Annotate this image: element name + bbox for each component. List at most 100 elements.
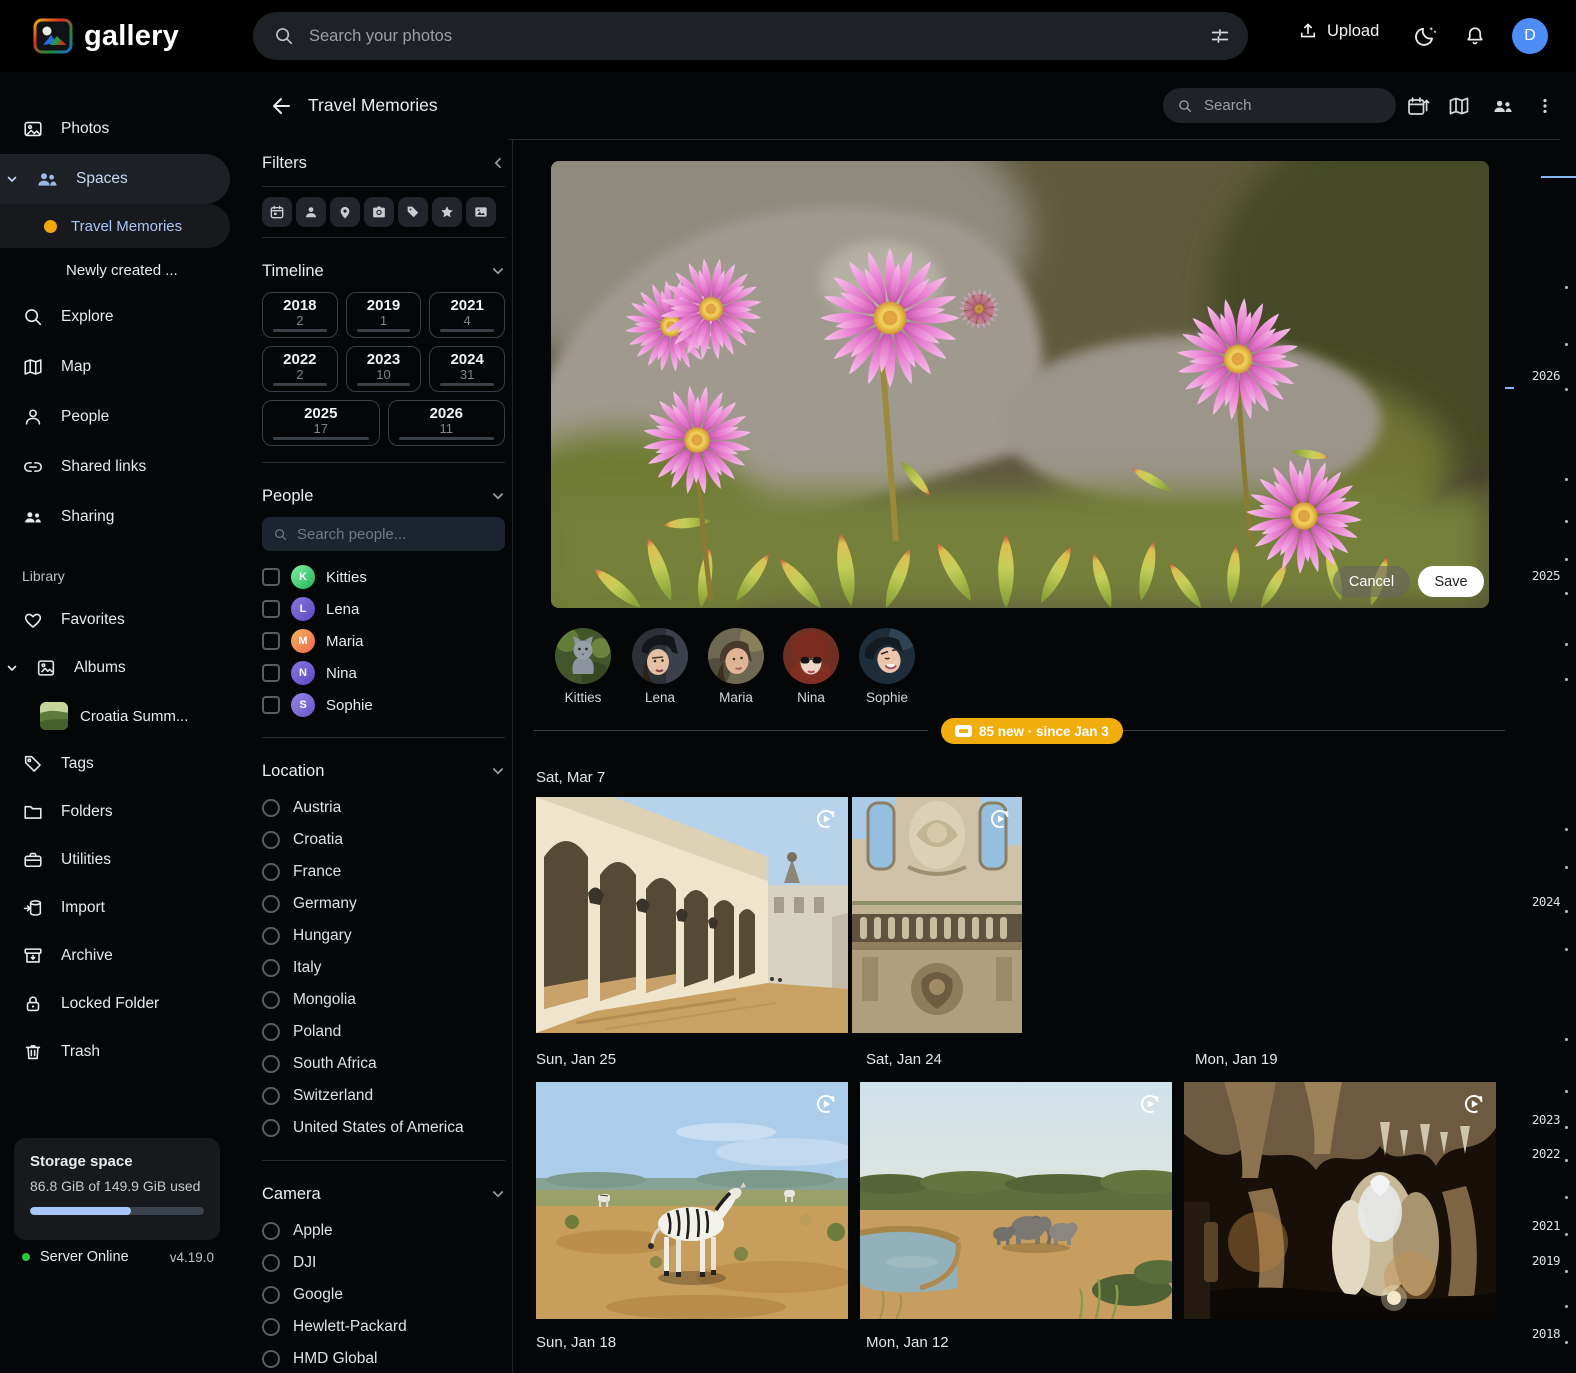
share-members-button[interactable] bbox=[1491, 94, 1515, 118]
timeline-section-header[interactable]: Timeline bbox=[262, 250, 505, 292]
sort-by-date-button[interactable] bbox=[1406, 94, 1430, 118]
scrubber-year[interactable]: 2023 bbox=[1532, 1112, 1561, 1127]
radio[interactable] bbox=[262, 1055, 280, 1073]
location-option-poland[interactable]: Poland bbox=[262, 1016, 505, 1048]
person-filter-kitties[interactable]: K Kitties bbox=[262, 561, 505, 593]
location-option-germany[interactable]: Germany bbox=[262, 888, 505, 920]
person-filter-nina[interactable]: N Nina bbox=[262, 657, 505, 689]
scrubber-year[interactable]: 2022 bbox=[1532, 1146, 1561, 1161]
year-chip-2024[interactable]: 2024 31 bbox=[429, 346, 505, 392]
back-button[interactable] bbox=[270, 94, 294, 118]
photo-tile-elephants[interactable] bbox=[860, 1082, 1172, 1319]
filter-date-button[interactable] bbox=[262, 197, 292, 227]
person-avatar-kitties[interactable] bbox=[555, 628, 611, 684]
year-chip-2026[interactable]: 2026 11 bbox=[387, 400, 505, 446]
app-logo[interactable]: gallery bbox=[33, 16, 179, 56]
people-search-input[interactable]: Search people... bbox=[262, 517, 505, 551]
radio[interactable] bbox=[262, 895, 280, 913]
sidebar-item-travel-memories[interactable]: Travel Memories bbox=[0, 204, 230, 248]
user-avatar[interactable]: D bbox=[1512, 18, 1548, 54]
filter-people-button[interactable] bbox=[296, 197, 326, 227]
scrubber-year[interactable]: 2025 bbox=[1532, 568, 1561, 583]
radio[interactable] bbox=[262, 863, 280, 881]
year-chip-2019[interactable]: 2019 1 bbox=[345, 292, 422, 338]
camera-option-dji[interactable]: DJI bbox=[262, 1247, 505, 1279]
radio[interactable] bbox=[262, 1318, 280, 1336]
location-option-croatia[interactable]: Croatia bbox=[262, 824, 505, 856]
year-chip-2022[interactable]: 2022 2 bbox=[262, 346, 338, 392]
person-avatar-maria[interactable] bbox=[708, 628, 764, 684]
location-option-france[interactable]: France bbox=[262, 856, 505, 888]
radio[interactable] bbox=[262, 1254, 280, 1272]
location-section-header[interactable]: Location bbox=[262, 750, 505, 792]
radio[interactable] bbox=[262, 1087, 280, 1105]
sidebar-item-explore[interactable]: Explore bbox=[0, 292, 230, 342]
scrubber-year[interactable]: 2026 bbox=[1532, 368, 1561, 383]
space-search-input[interactable]: Search bbox=[1163, 88, 1396, 123]
camera-section-header[interactable]: Camera bbox=[262, 1173, 505, 1215]
global-search-input[interactable]: Search your photos bbox=[253, 12, 1248, 60]
map-view-button[interactable] bbox=[1447, 94, 1471, 118]
radio[interactable] bbox=[262, 1119, 280, 1137]
year-chip-2021[interactable]: 2021 4 bbox=[429, 292, 505, 338]
photo-tile-arcade[interactable] bbox=[536, 797, 848, 1033]
camera-option-hewlett-packard[interactable]: Hewlett-Packard bbox=[262, 1311, 505, 1343]
scrubber-year[interactable]: 2018 bbox=[1532, 1326, 1561, 1341]
sidebar-item-album-croatia[interactable]: Croatia Summ... bbox=[0, 692, 230, 740]
location-option-south-africa[interactable]: South Africa bbox=[262, 1048, 505, 1080]
people-section-header[interactable]: People bbox=[262, 475, 505, 517]
scrubber-position-marker[interactable] bbox=[1541, 176, 1576, 178]
chevron-down-icon[interactable] bbox=[6, 662, 18, 674]
sidebar-item-favorites[interactable]: Favorites bbox=[0, 596, 230, 644]
theme-toggle-button[interactable] bbox=[1412, 22, 1440, 50]
filter-camera-button[interactable] bbox=[364, 197, 394, 227]
camera-option-google[interactable]: Google bbox=[262, 1279, 505, 1311]
sidebar-item-spaces[interactable]: Spaces bbox=[0, 154, 230, 204]
person-avatar-sophie[interactable] bbox=[859, 628, 915, 684]
camera-option-apple[interactable]: Apple bbox=[262, 1215, 505, 1247]
person-filter-sophie[interactable]: S Sophie bbox=[262, 689, 505, 721]
radio[interactable] bbox=[262, 831, 280, 849]
sidebar-item-import[interactable]: Import bbox=[0, 884, 230, 932]
photo-tile-cave[interactable] bbox=[1184, 1082, 1496, 1319]
sidebar-item-newly-created[interactable]: Newly created ... bbox=[0, 248, 230, 292]
camera-option-hmd-global[interactable]: HMD Global bbox=[262, 1343, 505, 1373]
person-avatar-lena[interactable] bbox=[632, 628, 688, 684]
photo-tile-zebra[interactable] bbox=[536, 1082, 848, 1319]
location-option-switzerland[interactable]: Switzerland bbox=[262, 1080, 505, 1112]
filter-tag-button[interactable] bbox=[398, 197, 428, 227]
location-option-usa[interactable]: United States of America bbox=[262, 1112, 505, 1144]
radio[interactable] bbox=[262, 959, 280, 977]
sidebar-item-trash[interactable]: Trash bbox=[0, 1028, 230, 1076]
radio[interactable] bbox=[262, 927, 280, 945]
notifications-button[interactable] bbox=[1461, 22, 1489, 50]
radio[interactable] bbox=[262, 1286, 280, 1304]
location-option-hungary[interactable]: Hungary bbox=[262, 920, 505, 952]
scrubber-year[interactable]: 2021 bbox=[1532, 1218, 1561, 1233]
location-option-italy[interactable]: Italy bbox=[262, 952, 505, 984]
chevron-down-icon[interactable] bbox=[6, 173, 18, 185]
sidebar-item-photos[interactable]: Photos bbox=[0, 104, 230, 154]
filter-media-button[interactable] bbox=[466, 197, 496, 227]
upload-button[interactable]: Upload bbox=[1297, 20, 1379, 42]
sidebar-item-people[interactable]: People bbox=[0, 392, 230, 442]
sidebar-item-map[interactable]: Map bbox=[0, 342, 230, 392]
new-items-badge[interactable]: 85 new · since Jan 3 bbox=[941, 718, 1123, 744]
year-chip-2018[interactable]: 2018 2 bbox=[262, 292, 338, 338]
sidebar-item-locked-folder[interactable]: Locked Folder bbox=[0, 980, 230, 1028]
year-chip-2023[interactable]: 2023 10 bbox=[345, 346, 422, 392]
person-avatar-nina[interactable] bbox=[783, 628, 839, 684]
sidebar-item-sharing[interactable]: Sharing bbox=[0, 492, 230, 542]
checkbox[interactable] bbox=[262, 632, 280, 650]
year-chip-2025[interactable]: 2025 17 bbox=[262, 400, 380, 446]
timeline-scrubber[interactable]: 2026 2025 2024 2023 2022 2021 2019 2018 bbox=[1505, 140, 1576, 1373]
sidebar-item-folders[interactable]: Folders bbox=[0, 788, 230, 836]
more-options-button[interactable] bbox=[1533, 94, 1557, 118]
filter-location-button[interactable] bbox=[330, 197, 360, 227]
scrubber-year[interactable]: 2024 bbox=[1532, 894, 1561, 909]
radio[interactable] bbox=[262, 799, 280, 817]
sidebar-item-utilities[interactable]: Utilities bbox=[0, 836, 230, 884]
person-filter-lena[interactable]: L Lena bbox=[262, 593, 505, 625]
checkbox[interactable] bbox=[262, 568, 280, 586]
location-option-austria[interactable]: Austria bbox=[262, 792, 505, 824]
